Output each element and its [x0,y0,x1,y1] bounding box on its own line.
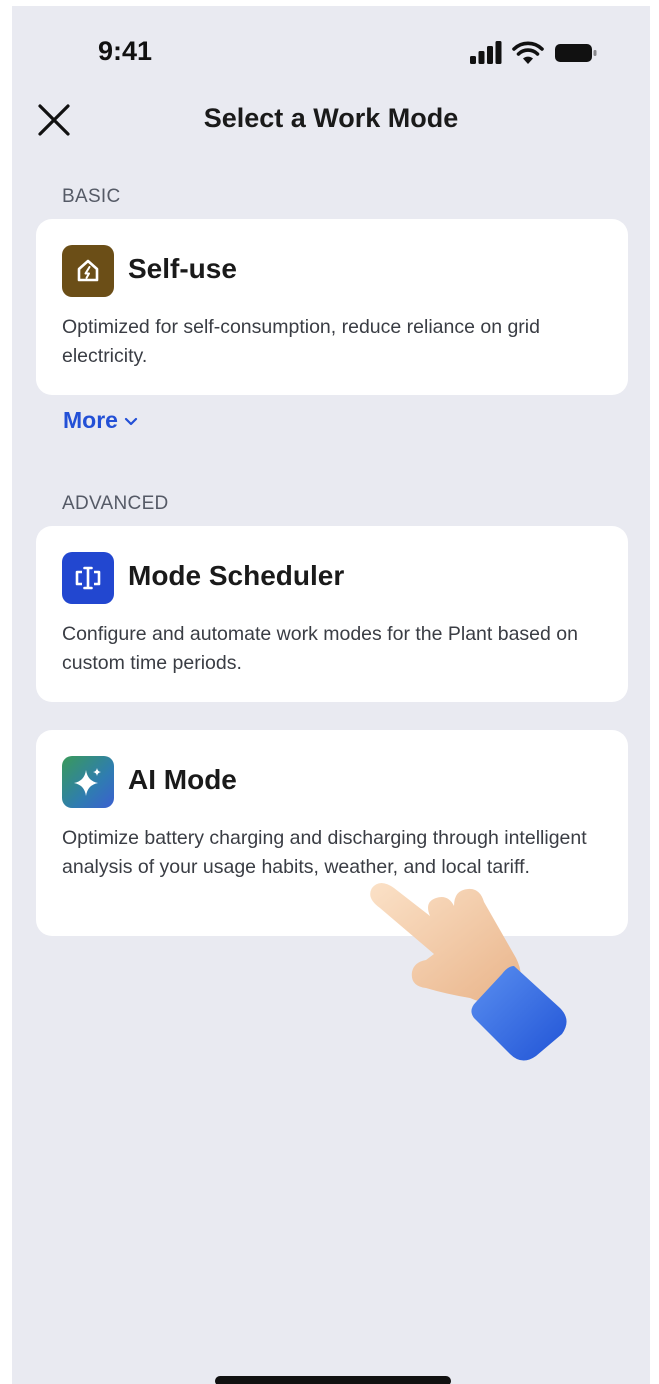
mode-card-self-use[interactable]: Self-use Optimized for self-consumption,… [36,219,628,395]
more-label: More [63,407,118,433]
section-label-advanced: ADVANCED [62,493,169,514]
work-mode-screen: 9:41 Select a Work Mode BASIC Self-use O… [12,6,650,1384]
battery-icon [555,44,597,62]
home-icon [62,245,114,297]
card-title: AI Mode [128,764,237,795]
card-title: Mode Scheduler [128,560,345,591]
status-icons [470,41,602,67]
wifi-icon [512,41,544,64]
sparkle-icon [62,756,114,808]
scheduler-icon [62,552,114,604]
page-title: Select a Work Mode [203,103,459,133]
status-time: 9:41 [98,36,153,66]
card-description: Optimized for self-consumption, reduce r… [62,316,540,367]
card-description: Configure and automate work modes for th… [62,623,578,674]
section-label-basic: BASIC [62,186,121,207]
home-indicator [215,1376,451,1384]
more-button[interactable]: More [63,407,138,434]
mode-card-mode-scheduler[interactable]: Mode Scheduler Configure and automate wo… [36,526,628,702]
signal-icon [470,41,502,64]
card-title: Self-use [128,253,237,284]
pointing-hand-icon [370,883,567,1061]
chevron-down-icon [124,417,138,426]
